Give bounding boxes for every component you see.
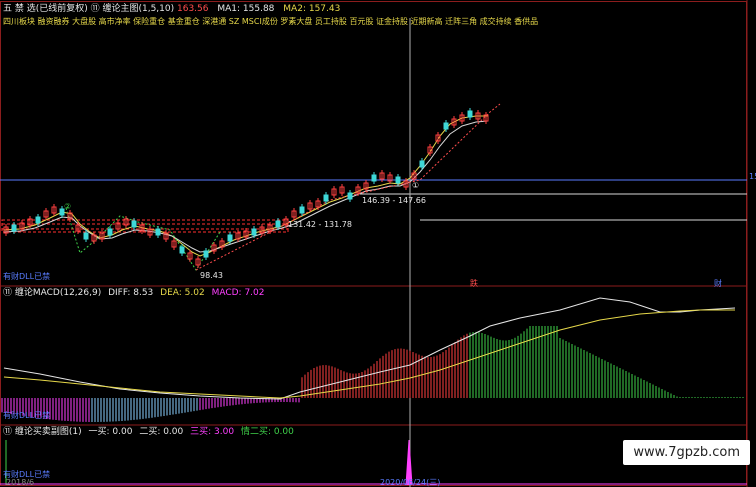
candle-body (227, 234, 233, 242)
macd-dif-line (3, 297, 736, 400)
low-price-label: 98.43 (200, 271, 223, 280)
marker-1: ① (412, 181, 420, 190)
price-axis-label: 15 (749, 172, 756, 181)
trend-dotted-green (65, 207, 221, 271)
axis-date-left: 2018/6 (6, 478, 35, 487)
candle-body (275, 220, 281, 228)
chart-frame (0, 1, 747, 486)
macd-footer-watermark: 有财DLL已禁 (3, 411, 51, 420)
macd-title: ⑪ 缠论MACD(12,26,9) DIFF: 8.53 DEA: 5.02 M… (3, 288, 265, 298)
candle-body (179, 246, 185, 254)
buy3-value: 三买: 3.00 (190, 427, 235, 437)
chart-title: 五 禁 选(已线前复权) ⑪ 缠论主图(1,5,10) 163.56 MA1: … (3, 4, 341, 14)
buy1-value: 一买: 0.00 (88, 427, 133, 437)
signal-red-badge: 跌 (470, 279, 478, 288)
candle-body (395, 176, 401, 184)
buy-panel-title: ⑪ 缠论买卖副图(1) 一买: 0.00 二买: 0.00 三买: 3.00 情… (3, 427, 294, 437)
buy2-value: 二买: 0.00 (139, 427, 184, 437)
concept-tags: 四川板块 融资融券 大盘股 高市净率 保险重仓 基金重仓 深港通 SZ MSCI… (3, 17, 539, 26)
candle-body (443, 122, 449, 130)
candle-body (251, 228, 257, 236)
candle-body (155, 228, 161, 236)
macd-dea-line (3, 309, 735, 399)
candle-body (371, 174, 377, 182)
pivot-zone-boxes (1, 219, 289, 233)
candle-body (35, 216, 41, 224)
trend-dotted-red (195, 103, 501, 271)
macd-diff: DIFF: 8.53 (108, 288, 154, 298)
candle-body (299, 206, 305, 214)
candle-body (419, 160, 425, 168)
marker-2: ② (64, 202, 72, 211)
candle-body (131, 220, 137, 228)
candle-body (83, 232, 89, 240)
range-label-lower: 131.42 - 131.78 (288, 220, 352, 229)
macd-value: MACD: 7.02 (211, 288, 265, 298)
candle-body (203, 250, 209, 258)
range-label-upper: 146.39 - 147.66 (362, 196, 426, 205)
ma1-value: MA1: 155.88 (217, 4, 275, 14)
axis-date-cursor: 2020/06/24(三) (380, 478, 441, 487)
ma2-value: MA2: 157.43 (283, 4, 341, 14)
main-footer-watermark: 有财DLL已禁 (3, 272, 51, 281)
site-watermark: www.7gpzb.com (623, 440, 750, 465)
candle-body (347, 192, 353, 200)
stock-chart-canvas[interactable] (0, 0, 756, 487)
candle-body (323, 194, 329, 202)
signal-blue-badge: 财 (714, 279, 722, 288)
candle-body (107, 228, 113, 236)
candle-body (467, 110, 473, 118)
current-price: 163.56 (177, 4, 209, 14)
candle-body (11, 224, 17, 232)
macd-dea: DEA: 5.02 (160, 288, 205, 298)
buy3b-value: 情二买: 0.00 (240, 427, 294, 437)
